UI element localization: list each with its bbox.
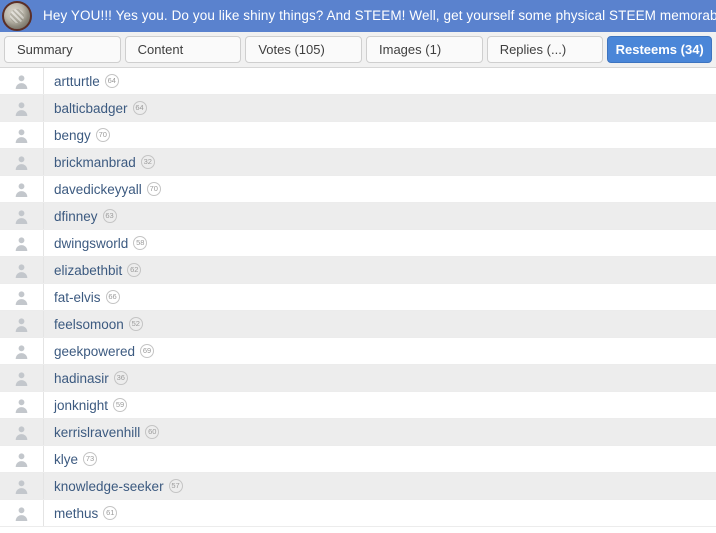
username-link[interactable]: elizabethbit	[54, 263, 122, 278]
reputation-badge: 73	[83, 452, 98, 466]
reputation-badge: 64	[104, 74, 119, 88]
username-link[interactable]: kerrislravenhill	[54, 425, 140, 440]
resteem-row[interactable]: brickmanbrad 32	[0, 149, 716, 176]
resteem-row-body: kerrislravenhill 60	[44, 425, 160, 440]
resteem-row-body: balticbadger 64	[44, 101, 147, 116]
person-icon	[0, 338, 44, 364]
username-link[interactable]: methus	[54, 506, 98, 521]
resteem-row-body: hadinasir 36	[44, 371, 128, 386]
person-icon	[0, 392, 44, 418]
resteem-row[interactable]: methus 61	[0, 500, 716, 527]
username-link[interactable]: fat-elvis	[54, 290, 101, 305]
username-link[interactable]: klye	[54, 452, 78, 467]
resteem-row[interactable]: elizabethbit 62	[0, 257, 716, 284]
username-link[interactable]: davedickeyyall	[54, 182, 142, 197]
reputation-badge: 70	[146, 182, 161, 196]
tab-content[interactable]: Content	[124, 36, 242, 63]
reputation-badge: 69	[140, 344, 155, 358]
resteem-row[interactable]: dfinney 63	[0, 203, 716, 230]
resteem-row[interactable]: klye 73	[0, 446, 716, 473]
resteem-row-body: knowledge-seeker 57	[44, 479, 183, 494]
reputation-badge: 60	[145, 425, 160, 439]
resteem-row[interactable]: balticbadger 64	[0, 95, 716, 122]
resteem-row-body: bengy 70	[44, 128, 110, 143]
resteem-row-body: dwingsworld 58	[44, 236, 148, 251]
promo-banner[interactable]: Hey YOU!!! Yes you. Do you like shiny th…	[0, 0, 716, 32]
person-icon	[0, 284, 44, 310]
username-link[interactable]: balticbadger	[54, 101, 128, 116]
person-icon	[0, 95, 44, 121]
person-icon	[0, 311, 44, 337]
resteem-row-body: brickmanbrad 32	[44, 155, 155, 170]
resteem-row-body: davedickeyyall 70	[44, 182, 161, 197]
resteem-list: artturtle 64 balticbadger 64 bengy 70 brickman…	[0, 68, 716, 527]
username-link[interactable]: brickmanbrad	[54, 155, 136, 170]
tab-votes[interactable]: Votes (105)	[245, 36, 363, 63]
promo-banner-text: Hey YOU!!! Yes you. Do you like shiny th…	[43, 8, 716, 23]
reputation-badge: 32	[140, 155, 155, 169]
resteem-row[interactable]: fat-elvis 66	[0, 284, 716, 311]
resteem-row-body: methus 61	[44, 506, 118, 521]
username-link[interactable]: dwingsworld	[54, 236, 128, 251]
tab-resteems[interactable]: Resteems (34)	[607, 36, 713, 63]
resteem-row[interactable]: dwingsworld 58	[0, 230, 716, 257]
username-link[interactable]: hadinasir	[54, 371, 109, 386]
resteem-row[interactable]: hadinasir 36	[0, 365, 716, 392]
username-link[interactable]: geekpowered	[54, 344, 135, 359]
reputation-badge: 57	[168, 479, 183, 493]
resteem-row-body: klye 73	[44, 452, 98, 467]
person-icon	[0, 122, 44, 148]
person-icon	[0, 257, 44, 283]
tab-summary[interactable]: Summary	[4, 36, 121, 63]
person-icon	[0, 230, 44, 256]
username-link[interactable]: artturtle	[54, 74, 100, 89]
tab-replies[interactable]: Replies (...)	[486, 36, 604, 63]
resteem-row-body: dfinney 63	[44, 209, 117, 224]
reputation-badge: 52	[128, 317, 143, 331]
person-icon	[0, 68, 44, 94]
resteem-row[interactable]: feelsomoon 52	[0, 311, 716, 338]
reputation-badge: 36	[113, 371, 128, 385]
resteem-row-body: fat-elvis 66	[44, 290, 120, 305]
username-link[interactable]: knowledge-seeker	[54, 479, 164, 494]
resteem-row-body: feelsomoon 52	[44, 317, 143, 332]
resteem-row[interactable]: artturtle 64	[0, 68, 716, 95]
person-icon	[0, 176, 44, 202]
person-icon	[0, 446, 44, 472]
reputation-badge: 62	[127, 263, 142, 277]
person-icon	[0, 365, 44, 391]
resteem-row[interactable]: jonknight 59	[0, 392, 716, 419]
person-icon	[0, 419, 44, 445]
reputation-badge: 59	[113, 398, 128, 412]
resteem-row-body: elizabethbit 62	[44, 263, 142, 278]
reputation-badge: 64	[132, 101, 147, 115]
resteem-row[interactable]: knowledge-seeker 57	[0, 473, 716, 500]
username-link[interactable]: dfinney	[54, 209, 98, 224]
resteem-row-body: jonknight 59	[44, 398, 128, 413]
reputation-badge: 58	[133, 236, 148, 250]
username-link[interactable]: bengy	[54, 128, 91, 143]
tab-bar: Summary Content Votes (105) Images (1) R…	[0, 32, 716, 68]
resteem-row-body: artturtle 64	[44, 74, 119, 89]
username-link[interactable]: feelsomoon	[54, 317, 124, 332]
coin-avatar-icon	[2, 1, 32, 31]
person-icon	[0, 149, 44, 175]
resteem-row[interactable]: kerrislravenhill 60	[0, 419, 716, 446]
resteem-row-body: geekpowered 69	[44, 344, 155, 359]
reputation-badge: 61	[103, 506, 118, 520]
reputation-badge: 66	[105, 290, 120, 304]
resteem-row[interactable]: geekpowered 69	[0, 338, 716, 365]
reputation-badge: 63	[102, 209, 117, 223]
person-icon	[0, 203, 44, 229]
reputation-badge: 70	[95, 128, 110, 142]
person-icon	[0, 500, 44, 526]
resteem-row[interactable]: bengy 70	[0, 122, 716, 149]
person-icon	[0, 473, 44, 499]
username-link[interactable]: jonknight	[54, 398, 108, 413]
resteem-row[interactable]: davedickeyyall 70	[0, 176, 716, 203]
tab-images[interactable]: Images (1)	[366, 36, 483, 63]
